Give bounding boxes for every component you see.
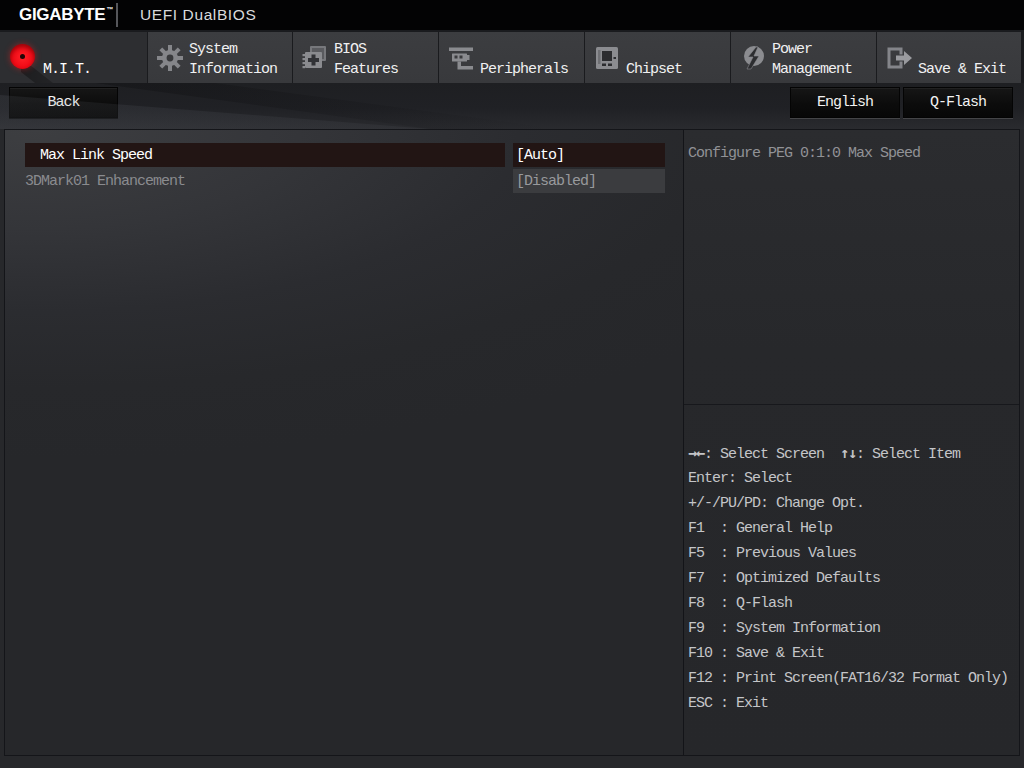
setting-row-max-link-speed[interactable]: Max Link Speed [Auto] [25,143,665,167]
trademark-symbol: ™ [106,6,113,13]
toolbar-strip: Back English Q-Flash [0,83,1024,129]
help-divider [684,404,1019,405]
mit-orb-icon [10,44,35,69]
setting-row-3dmark01-enhancement[interactable]: 3DMark01 Enhancement [Disabled] [25,169,665,193]
top-bar: GIGABYTE™ UEFI DualBIOS [0,0,1024,30]
key-line: ESC : Exit [688,691,1016,716]
key-line: F7 : Optimized Defaults [688,566,1016,591]
back-button[interactable]: Back [9,87,118,118]
firmware-title: UEFI DualBIOS [140,0,256,30]
gigabyte-logo-text: GIGABYTE [19,5,105,25]
tab-peripherals-label: Peripherals [480,32,584,83]
key-line: F1 : General Help [688,516,1016,541]
settings-pane: Max Link Speed [Auto] 3DMark01 Enhanceme… [5,130,683,755]
key-line: F8 : Q-Flash [688,591,1016,616]
help-pane: Configure PEG 0:1:0 Max Speed →←: Select… [684,130,1019,755]
setting-label: 3DMark01 Enhancement [25,169,505,193]
chipset-icon [593,44,621,72]
tab-bios-features-label: BIOS Features [334,32,438,83]
gigabyte-logo: GIGABYTE™ [19,0,113,30]
tab-line: Features [334,60,438,80]
tab-line: Chipset [626,60,730,80]
tab-line: Information [189,60,292,80]
tab-chipset[interactable]: Chipset [585,32,730,83]
key-line: Enter: Select [688,466,1016,491]
tab-line: BIOS [334,40,438,60]
tab-bios-features[interactable]: BIOS Features [293,32,438,83]
tab-system-information-label: System Information [189,32,292,83]
tab-mit-label: M.I.T. [43,32,147,83]
help-description: Configure PEG 0:1:0 Max Speed [688,146,1008,162]
peripherals-icon [447,44,475,72]
setting-value: [Disabled] [513,169,665,193]
topbar-divider [116,3,118,27]
tab-line: Management [772,60,876,80]
tab-line: System [189,40,292,60]
key-line: F12 : Print Screen(FAT16/32 Format Only) [688,666,1016,691]
setting-label: Max Link Speed [25,143,505,167]
tab-save-exit[interactable]: Save & Exit [877,32,1021,83]
setting-value: [Auto] [513,143,665,167]
qflash-button[interactable]: Q-Flash [903,87,1013,118]
bios-chip-icon [301,44,329,72]
tab-mit[interactable]: M.I.T. [0,32,147,83]
key-line: F10 : Save & Exit [688,641,1016,666]
tab-line: M.I.T. [43,60,147,80]
gear-icon [156,44,184,72]
tab-system-information[interactable]: System Information [148,32,292,83]
tab-line: Save & Exit [918,60,1021,80]
save-exit-icon [885,44,913,72]
language-button[interactable]: English [790,87,900,118]
key-line: +/-/PU/PD: Change Opt. [688,491,1016,516]
key-select-item: : Select Item [856,446,960,463]
tab-bar: M.I.T. System Information [0,30,1024,83]
power-icon [739,44,767,72]
tab-chipset-label: Chipset [626,32,730,83]
tab-peripherals[interactable]: Peripherals [439,32,584,83]
key-line: F9 : System Information [688,616,1016,641]
tab-power-management-label: Power Management [772,32,876,83]
tab-line: Power [772,40,876,60]
key-line: F5 : Previous Values [688,541,1016,566]
key-legend: →←: Select Screen ↑↓: Select Item Enter: … [688,441,1016,716]
tab-power-management[interactable]: Power Management [731,32,876,83]
bios-screen: { "header": { "brand": "GIGABYTE", "bran… [0,0,1024,768]
up-down-arrows-icon: ↑↓ [840,444,856,462]
tab-save-exit-label: Save & Exit [918,32,1021,83]
main-panel: Max Link Speed [Auto] 3DMark01 Enhanceme… [4,129,1020,756]
tab-line: Peripherals [480,60,584,80]
left-right-arrows-icon: →← [688,444,704,462]
key-line-select: →←: Select Screen ↑↓: Select Item [688,441,1016,466]
key-select-screen: : Select Screen [704,446,824,463]
